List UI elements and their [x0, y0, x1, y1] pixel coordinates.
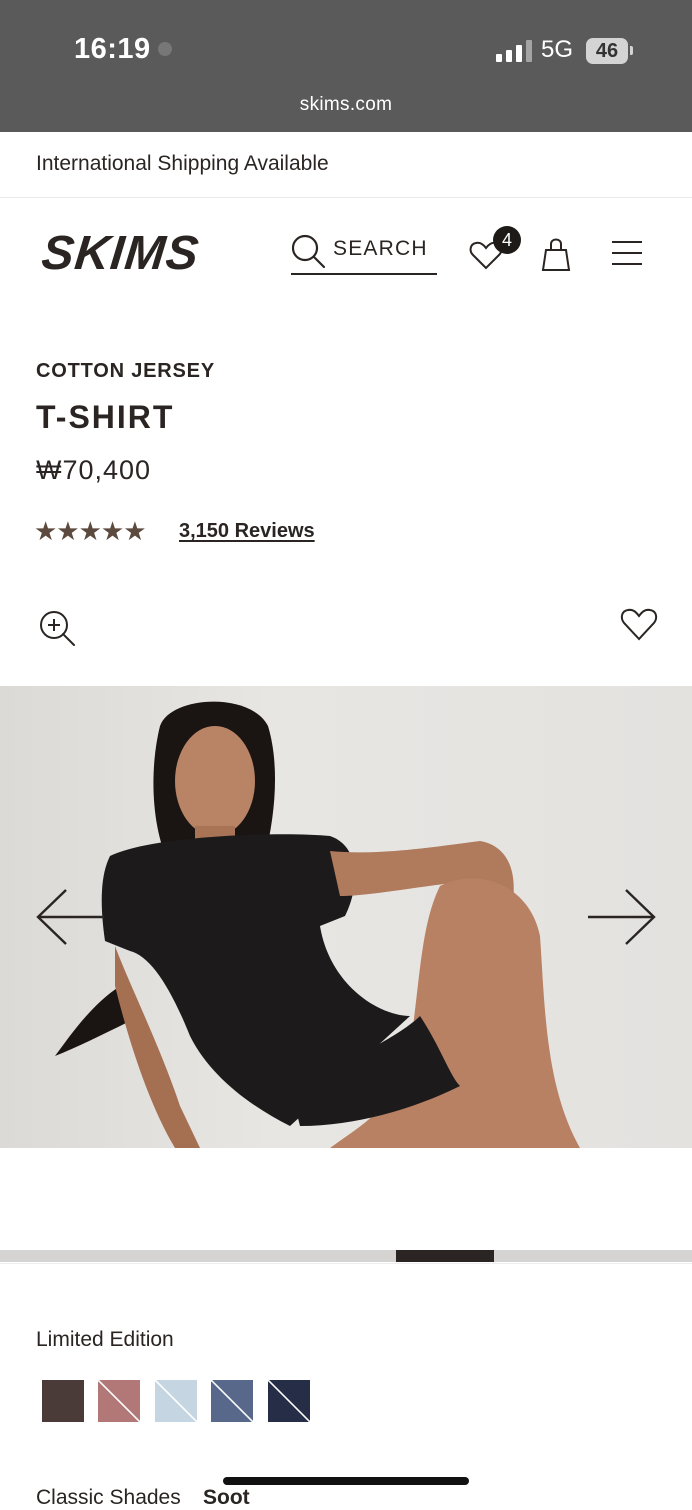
- product-title: T-SHIRT: [36, 399, 175, 435]
- color-swatch-light-blue-print[interactable]: [155, 1380, 197, 1422]
- zoom-in-icon[interactable]: [38, 609, 76, 647]
- reviews-link[interactable]: 3,150 Reviews: [179, 520, 315, 543]
- battery-tip: [630, 46, 633, 55]
- classic-shades-label: Classic Shades: [36, 1486, 181, 1509]
- section-divider: [0, 1263, 692, 1264]
- battery-icon: 46: [586, 38, 628, 64]
- sold-out-slash-icon: [155, 1380, 197, 1422]
- product-category: COTTON JERSEY: [36, 360, 215, 382]
- color-swatch-dark-brown[interactable]: [42, 1380, 84, 1422]
- sold-out-slash-icon: [211, 1380, 253, 1422]
- address-bar-url[interactable]: skims.com: [0, 94, 692, 116]
- status-time: 16:19: [74, 33, 151, 65]
- shipping-banner[interactable]: International Shipping Available: [36, 152, 329, 176]
- menu-icon[interactable]: [611, 240, 643, 266]
- sold-out-slash-icon: [98, 1380, 140, 1422]
- home-indicator[interactable]: [223, 1477, 469, 1485]
- wishlist-count-badge: 4: [493, 226, 521, 254]
- limited-edition-label: Limited Edition: [36, 1328, 174, 1351]
- favorite-heart-icon[interactable]: [620, 606, 658, 642]
- banner-divider: [0, 197, 692, 198]
- search-underline: [291, 273, 437, 275]
- sold-out-slash-icon: [268, 1380, 310, 1422]
- carousel-prev-arrow-icon[interactable]: [34, 886, 106, 948]
- rating-stars: ★★★★★: [34, 516, 147, 546]
- search-button[interactable]: SEARCH: [333, 237, 428, 261]
- location-icon: [158, 42, 172, 56]
- carousel-progress-indicator: [396, 1250, 494, 1262]
- signal-icon: [496, 40, 532, 62]
- color-swatch-navy[interactable]: [268, 1380, 310, 1422]
- brand-logo[interactable]: SKIMS: [39, 226, 202, 281]
- classic-shades-selected: Soot: [203, 1486, 250, 1509]
- carousel-progress-track[interactable]: [0, 1250, 692, 1262]
- shopping-bag-icon[interactable]: [540, 236, 572, 272]
- product-price: ₩70,400: [36, 455, 152, 485]
- search-icon[interactable]: [290, 233, 326, 269]
- color-swatch-rose[interactable]: [98, 1380, 140, 1422]
- network-type: 5G: [541, 36, 574, 63]
- carousel-next-arrow-icon[interactable]: [586, 886, 658, 948]
- color-swatch-slate-blue[interactable]: [211, 1380, 253, 1422]
